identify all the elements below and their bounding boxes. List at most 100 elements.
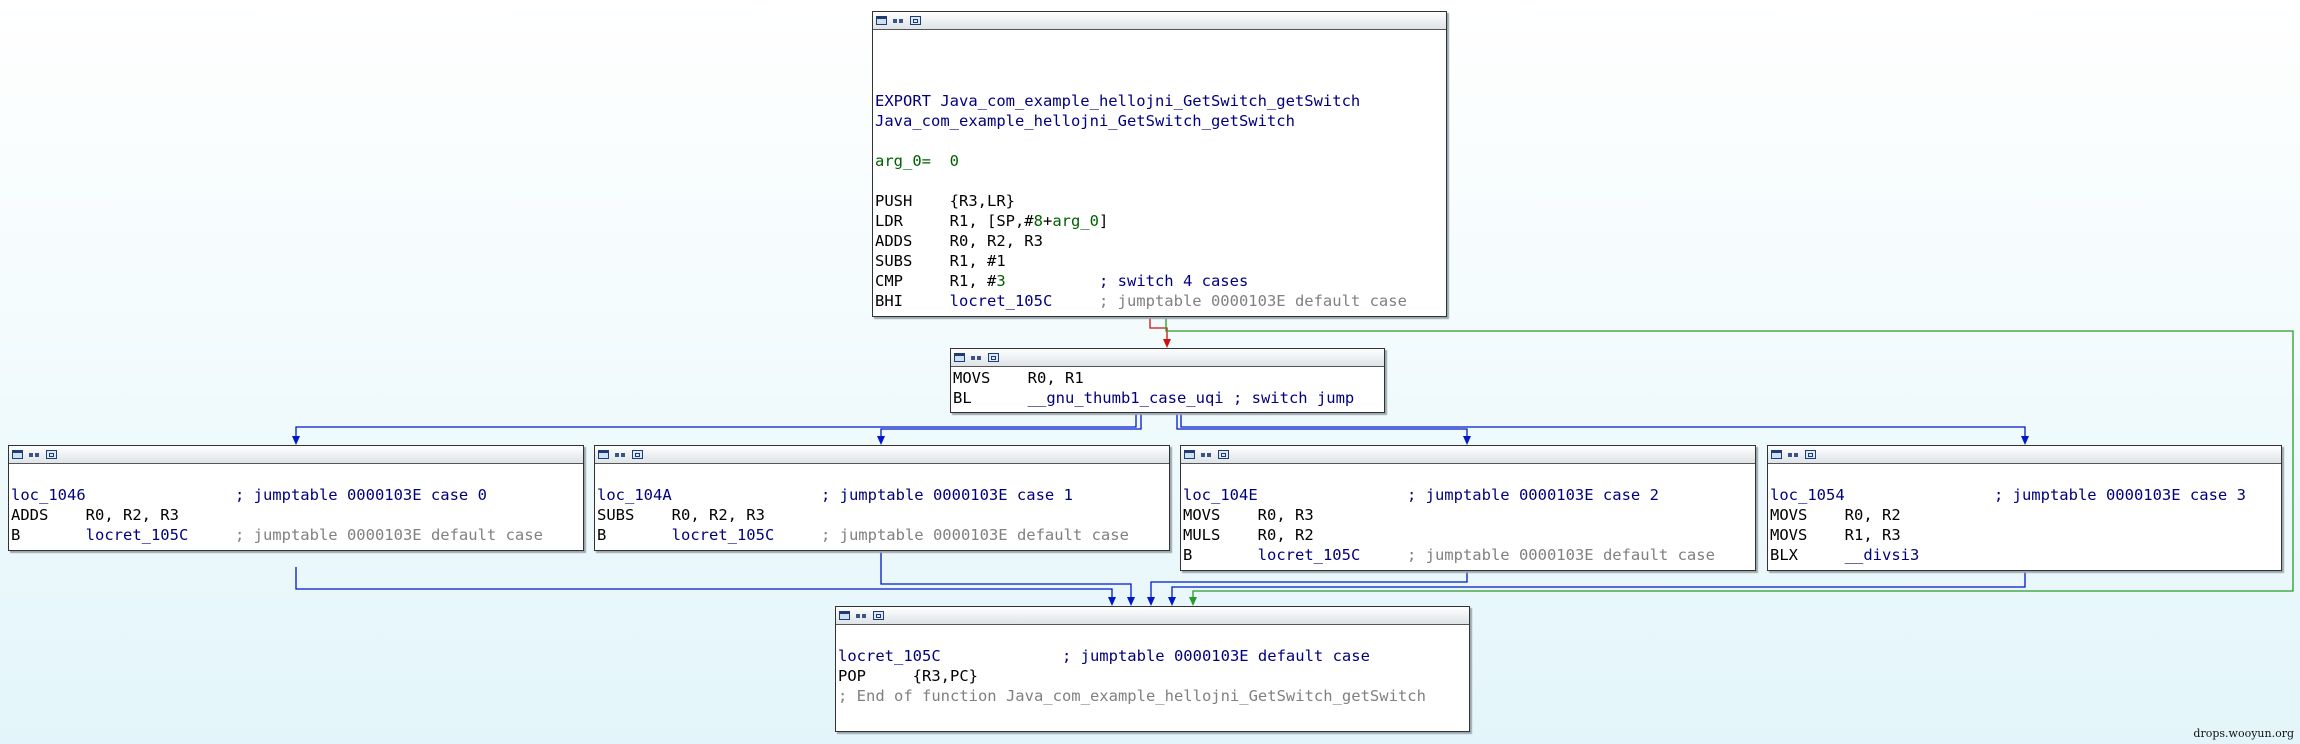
code-line: loc_104E ; jumptable 0000103E case 2 (1183, 485, 1755, 505)
code-token: ; jumptable 0000103E case 2 (1257, 486, 1659, 504)
node-case-2[interactable]: loc_104E ; jumptable 0000103E case 2 MOVS… (1180, 445, 1756, 571)
code-line: EXPORT Java_com_example_hellojni_GetSwit… (875, 91, 1446, 111)
window-icon[interactable] (1771, 450, 1782, 459)
node-titlebar (951, 349, 1384, 367)
code-token: CMP R1, # (875, 272, 997, 290)
zoom-icon[interactable] (1218, 450, 1229, 459)
code-token: ; End of function Java_com_example_hello… (838, 687, 1426, 705)
zoom-icon[interactable] (632, 450, 643, 459)
zoom-icon[interactable] (873, 611, 884, 620)
window-icon[interactable] (954, 353, 965, 362)
code-token: ; jumptable 0000103E default case (188, 526, 543, 544)
code-token: 3 (996, 272, 1006, 290)
code-token: ; jumptable 0000103E default case (1052, 292, 1407, 310)
code-line: MOVS R1, R3 (1770, 525, 2281, 545)
node-code: EXPORT Java_com_example_hellojni_GetSwit… (873, 30, 1446, 311)
code-token: locret_105C (838, 647, 941, 665)
edge-entry-to-switch (1149, 317, 1171, 348)
code-line: SUBS R0, R2, R3 (597, 505, 1169, 525)
code-line: MULS R0, R2 (1183, 525, 1755, 545)
node-titlebar (1181, 446, 1755, 464)
code-line: MOVS R0, R3 (1183, 505, 1755, 525)
code-token: locret_105C (1257, 546, 1361, 564)
graph-view-icon[interactable] (1788, 450, 1799, 459)
code-line: PUSH {R3,LR} (875, 191, 1446, 211)
window-icon[interactable] (839, 611, 850, 620)
code-line: BLX __divsi3 (1770, 545, 2281, 565)
node-code: loc_104E ; jumptable 0000103E case 2 MOVS… (1181, 464, 1755, 565)
code-token: locret_105C (949, 292, 1053, 310)
code-line: LDR R1, [SP,#8+arg_0] (875, 211, 1446, 231)
graph-view-icon[interactable] (615, 450, 626, 459)
edge-case3-to-exit (1168, 571, 2026, 606)
code-token: ; switch 4 cases (1005, 272, 1249, 290)
code-line: CMP R1, #3 ; switch 4 cases (875, 271, 1446, 291)
window-icon[interactable] (598, 450, 609, 459)
code-token: Java_com_example_hellojni_GetSwitch_getS… (875, 112, 1295, 130)
code-token: ] (1099, 212, 1109, 230)
code-token: SUBS R0, R2, R3 (597, 506, 765, 524)
code-line: BHI locret_105C ; jumptable 0000103E def… (875, 291, 1446, 311)
graph-view-icon[interactable] (971, 353, 982, 362)
zoom-icon[interactable] (910, 16, 921, 25)
node-case-3[interactable]: loc_1054 ; jumptable 0000103E case 3 MOVS… (1767, 445, 2282, 571)
node-code: locret_105C ; jumptable 0000103E default… (836, 625, 1469, 706)
graph-view-icon[interactable] (29, 450, 40, 459)
code-token: PUSH {R3,LR} (875, 192, 1015, 210)
edge-switch-to-case2 (1176, 413, 1471, 445)
code-line: BL __gnu_thumb1_case_uqi ; switch jump (953, 388, 1384, 408)
node-titlebar (9, 446, 583, 464)
code-token: 0 (949, 152, 959, 170)
window-icon[interactable] (1184, 450, 1195, 459)
window-icon[interactable] (876, 16, 887, 25)
edge-case1-to-exit (880, 552, 1135, 606)
graph-view-icon[interactable] (893, 16, 904, 25)
node-case-0[interactable]: loc_1046 ; jumptable 0000103E case 0 ADDS… (8, 445, 584, 551)
edge-switch-to-case1 (877, 413, 1142, 445)
node-function-exit[interactable]: locret_105C ; jumptable 0000103E default… (835, 606, 1470, 732)
code-token: MOVS R0, R3 (1183, 506, 1314, 524)
node-titlebar (1768, 446, 2281, 464)
node-code: loc_1054 ; jumptable 0000103E case 3 MOVS… (1768, 464, 2281, 565)
code-token: ; jumptable 0000103E case 1 (671, 486, 1073, 504)
node-function-entry[interactable]: EXPORT Java_com_example_hellojni_GetSwit… (872, 11, 1447, 317)
code-line: locret_105C ; jumptable 0000103E default… (838, 646, 1469, 666)
window-icon[interactable] (12, 450, 23, 459)
code-token: arg_0 (1052, 212, 1099, 230)
code-token: LDR R1, [SP,# (875, 212, 1034, 230)
code-token: MULS R0, R2 (1183, 526, 1314, 544)
code-token: B (1183, 546, 1258, 564)
zoom-icon[interactable] (46, 450, 57, 459)
zoom-icon[interactable] (988, 353, 999, 362)
code-token: POP {R3,PC} (838, 667, 978, 685)
code-line: B locret_105C ; jumptable 0000103E defau… (11, 525, 583, 545)
node-code: MOVS R0, R1 BL __gnu_thumb1_case_uqi ; sw… (951, 367, 1384, 408)
code-token: BHI (875, 292, 950, 310)
code-line: Java_com_example_hellojni_GetSwitch_getS… (875, 111, 1446, 131)
code-token: ADDS R0, R2, R3 (875, 232, 1043, 250)
node-case-1[interactable]: loc_104A ; jumptable 0000103E case 1 SUBS… (594, 445, 1170, 551)
code-token: MOVS R1, R3 (1770, 526, 1901, 544)
code-token: loc_104E (1183, 486, 1258, 504)
code-line: arg_0= 0 (875, 151, 1446, 171)
zoom-icon[interactable] (1805, 450, 1816, 459)
code-token: B (597, 526, 672, 544)
code-token: locret_105C (671, 526, 775, 544)
code-line: ADDS R0, R2, R3 (875, 231, 1446, 251)
code-token: EXPORT Java_com_example_hellojni_GetSwit… (875, 92, 1361, 110)
node-switch-jump[interactable]: MOVS R0, R1 BL __gnu_thumb1_case_uqi ; sw… (950, 348, 1385, 413)
code-token: __divsi3 (1844, 546, 1920, 564)
code-token: ; jumptable 0000103E case 0 (85, 486, 487, 504)
graph-view-icon[interactable] (1201, 450, 1212, 459)
graph-view-icon[interactable] (856, 611, 867, 620)
code-token: arg_0= (875, 152, 950, 170)
code-line: B locret_105C ; jumptable 0000103E defau… (1183, 545, 1755, 565)
code-line: ADDS R0, R2, R3 (11, 505, 583, 525)
code-line: loc_1054 ; jumptable 0000103E case 3 (1770, 485, 2281, 505)
